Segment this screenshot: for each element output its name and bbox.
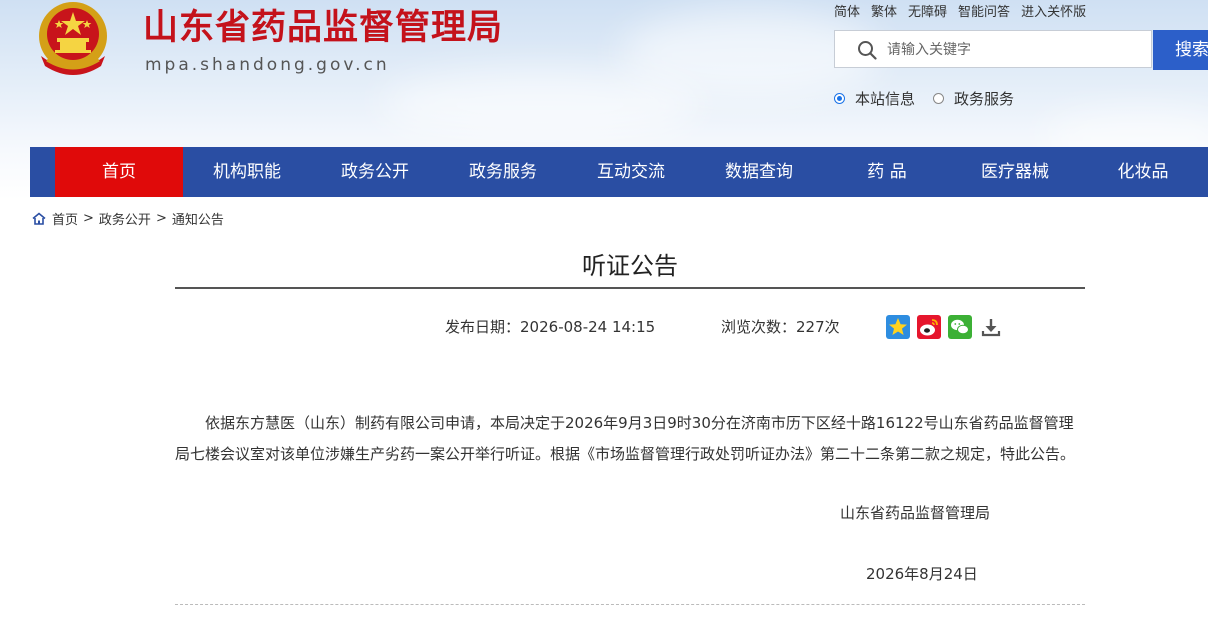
signature-date: 2026年8月24日: [866, 565, 978, 583]
weibo-icon[interactable]: [917, 315, 941, 339]
footer-divider: [175, 604, 1085, 605]
article-body: 依据东方慧医（山东）制药有限公司申请，本局决定于2026年9月3日9时30分在济…: [175, 414, 1076, 463]
search-icon: [858, 41, 877, 60]
signature-agency: 山东省药品监督管理局: [840, 504, 991, 522]
radio-selected-icon: [834, 93, 845, 104]
background-cloud: [380, 70, 700, 140]
search-scope: 本站信息 政务服务: [834, 88, 1032, 109]
scope-radio-site[interactable]: 本站信息: [834, 88, 915, 109]
site-title: 山东省药品监督管理局: [143, 8, 504, 48]
breadcrumb-separator: >: [83, 211, 94, 226]
search-button[interactable]: 搜索: [1153, 30, 1208, 70]
radio-unselected-icon: [933, 93, 945, 104]
nav-item-organization[interactable]: 机构职能: [183, 147, 311, 197]
qzone-icon[interactable]: [886, 315, 910, 339]
nav-item-gov-services[interactable]: 政务服务: [439, 147, 567, 197]
link-smart-qa[interactable]: 智能问答: [958, 1, 1010, 20]
nav-item-data-query[interactable]: 数据查询: [695, 147, 823, 197]
breadcrumb-separator: >: [155, 211, 167, 226]
link-traditional[interactable]: 繁体: [871, 1, 897, 20]
top-links: 简体 繁体 无障碍 智能问答 进入关怀版: [834, 1, 1086, 20]
scope-label-site: 本站信息: [855, 90, 916, 108]
publish-date-label: 发布日期：: [445, 318, 521, 336]
breadcrumb-home[interactable]: 首页: [52, 209, 78, 228]
view-count-value: 227次: [796, 318, 840, 336]
title-divider: [175, 287, 1085, 289]
link-care-mode[interactable]: 进入关怀版: [1021, 1, 1086, 20]
nav-item-home[interactable]: 首页: [55, 147, 183, 197]
view-count-label: 浏览次数：: [721, 318, 797, 336]
share-bar: [886, 315, 1003, 339]
nav-item-public-affairs[interactable]: 政务公开: [311, 147, 439, 197]
national-emblem-icon: [39, 2, 107, 75]
view-count: 浏览次数：227次: [721, 316, 840, 337]
breadcrumb-notices[interactable]: 通知公告: [172, 209, 224, 228]
search-box: [834, 30, 1152, 68]
nav-item-cosmetics[interactable]: 化妆品: [1079, 147, 1207, 197]
breadcrumb: 首页 > 政务公开 > 通知公告: [32, 209, 224, 228]
nav-item-medical-devices[interactable]: 医疗器械: [951, 147, 1079, 197]
nav-item-interaction[interactable]: 互动交流: [567, 147, 695, 197]
link-simplified[interactable]: 简体: [834, 1, 860, 20]
main-nav: 首页 机构职能 政务公开 政务服务 互动交流 数据查询 药 品 医疗器械 化妆品: [30, 147, 1208, 197]
site-domain: mpa.shandong.gov.cn: [145, 55, 390, 75]
scope-label-service: 政务服务: [954, 90, 1015, 108]
download-icon[interactable]: [979, 315, 1003, 339]
publish-date-value: 2026-08-24 14:15: [520, 318, 656, 336]
publish-date: 发布日期：2026-08-24 14:15: [445, 316, 655, 337]
home-icon: [32, 212, 46, 225]
link-accessibility[interactable]: 无障碍: [908, 1, 947, 20]
article-title: 听证公告: [582, 252, 678, 280]
breadcrumb-public-affairs[interactable]: 政务公开: [99, 209, 151, 228]
scope-radio-service[interactable]: 政务服务: [933, 88, 1014, 109]
search-input[interactable]: [885, 38, 1139, 62]
wechat-icon[interactable]: [948, 315, 972, 339]
nav-item-drugs[interactable]: 药 品: [823, 147, 951, 197]
